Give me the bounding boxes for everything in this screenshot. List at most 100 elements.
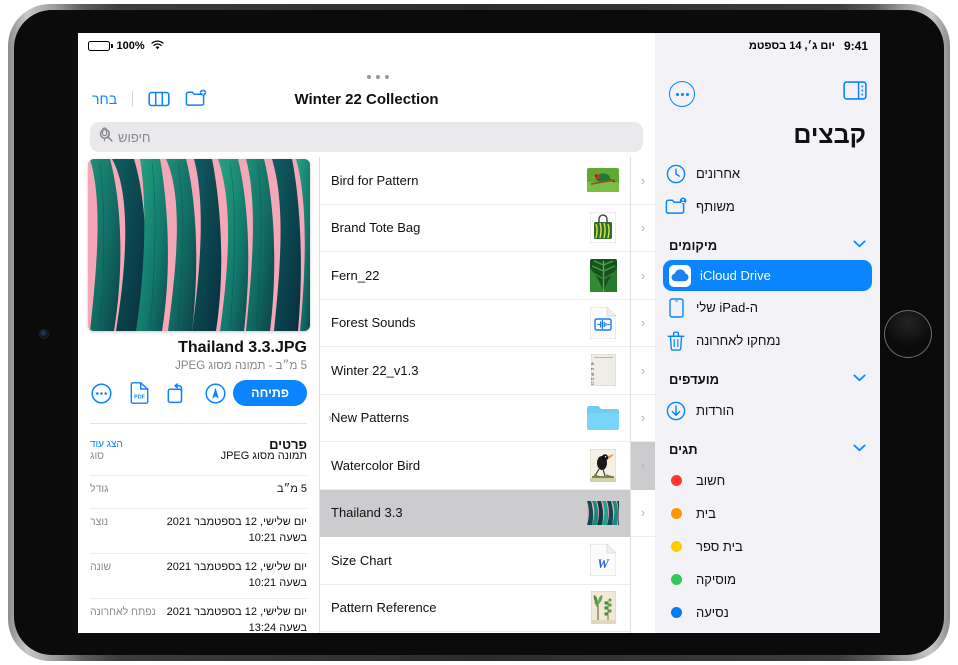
detail-row: יום שלישי, 12 בספטמבר 2021 בשעה 13:24 נפ… xyxy=(90,599,307,633)
disclosure-cell[interactable]: ‹ xyxy=(631,300,655,347)
markup-icon[interactable] xyxy=(204,382,226,404)
sidebar-item-downloads[interactable]: הורדות xyxy=(655,394,880,427)
table-row[interactable]: Ferns abLifepaperCatalogWinter/2022 Wint… xyxy=(320,347,630,395)
sidebar-item-label: משותף xyxy=(696,199,735,214)
microphone-icon[interactable] xyxy=(99,127,110,147)
table-row[interactable]: Brand Tote Bag xyxy=(320,205,630,252)
table-row[interactable]: Fern_22 xyxy=(320,252,630,300)
disclosure-cell[interactable]: ‹ xyxy=(631,442,655,490)
sidebar-item-shared[interactable]: משותף xyxy=(655,190,880,223)
page-title: Winter 22 Collection xyxy=(294,91,439,108)
preview-file-name: Thailand 3.3.JPG xyxy=(178,339,307,356)
split-view-icon[interactable] xyxy=(843,81,867,105)
tag-dot-icon xyxy=(665,569,687,591)
pdf-icon[interactable]: PDF xyxy=(128,382,150,404)
trash-icon xyxy=(665,330,687,352)
disclosure-cell[interactable]: ‹ xyxy=(631,252,655,300)
sidebar-item-label: iCloud Drive xyxy=(700,268,771,283)
table-row[interactable]: ‹ New Patterns xyxy=(320,395,630,442)
ipad-screen: 100% בחר Winter 22 Collection חיפוש Thai… xyxy=(78,33,880,633)
file-name: Forest Sounds xyxy=(331,315,416,331)
table-row[interactable]: Bird for Pattern xyxy=(320,157,630,205)
chevron-left-icon: ‹ xyxy=(640,362,646,378)
preview-file-meta: 5 מ״ב - תמונה מסוג JPEG xyxy=(175,360,307,372)
window-grabber-icon[interactable] xyxy=(367,75,389,80)
bird-photo-thumb xyxy=(587,164,619,196)
chevron-down-icon[interactable] xyxy=(853,239,866,251)
sidebar-item-tag-important[interactable]: חשוב xyxy=(655,464,880,497)
chevron-left-icon: ‹ xyxy=(640,457,646,473)
sidebar-item-tag-home[interactable]: בית xyxy=(655,497,880,530)
disclosure-cell[interactable]: ‹ xyxy=(631,347,655,395)
chevron-left-icon[interactable]: ‹ xyxy=(328,410,332,425)
sidebar-item-tag-family[interactable]: משפחה xyxy=(655,629,880,633)
svg-text:W: W xyxy=(597,556,610,571)
sidebar-item-tag-music[interactable]: מוסיקה xyxy=(655,563,880,596)
search-bar-container: חיפוש xyxy=(90,122,643,152)
sidebar-item-recently-deleted[interactable]: נמחקו לאחרונה xyxy=(655,324,880,357)
disclosure-cell[interactable]: ‹ xyxy=(631,157,655,205)
table-row[interactable]: Pattern Reference xyxy=(320,585,630,632)
sidebar-item-icloud-drive[interactable]: iCloud Drive xyxy=(663,260,872,291)
icloud-icon xyxy=(669,264,691,287)
detail-row: יום שלישי, 12 בספטמבר 2021 בשעה 10:21 נו… xyxy=(90,509,307,554)
disclosure-cell[interactable]: ‹ xyxy=(631,490,655,537)
home-button[interactable] xyxy=(884,310,932,358)
file-name: Pattern Reference xyxy=(331,600,437,616)
tag-dot-icon xyxy=(665,602,687,624)
battery-percent: 100% xyxy=(116,40,145,52)
table-row[interactable]: ‹ Photo Shoot Locations xyxy=(320,632,630,633)
sidebar-group-title: תגים xyxy=(669,441,698,457)
file-name: Size Chart xyxy=(331,552,392,568)
table-row[interactable]: Forest Sounds xyxy=(320,300,630,347)
tote-bag-thumb xyxy=(587,212,619,244)
sidebar-group-favorites[interactable]: מועדפים xyxy=(655,364,880,394)
search-input[interactable]: חיפוש xyxy=(90,122,643,152)
chevron-down-icon[interactable] xyxy=(853,443,866,455)
sidebar-group-title: מיקומים xyxy=(669,237,718,253)
preview-image[interactable] xyxy=(88,159,310,331)
chevron-down-icon[interactable] xyxy=(853,373,866,385)
front-camera-icon xyxy=(40,330,48,338)
table-row[interactable]: Thailand 3.3 xyxy=(320,489,630,537)
sidebar-toolbar xyxy=(655,79,880,109)
sidebar-item-recents[interactable]: אחרונים xyxy=(655,157,880,190)
file-name: Brand Tote Bag xyxy=(331,220,421,236)
sidebar-item-label: מוסיקה xyxy=(696,572,737,587)
sidebar-item-my-ipad[interactable]: ה‑iPad שלי xyxy=(655,291,880,324)
open-button[interactable]: פתיחה xyxy=(233,380,307,406)
detail-value: תמונה מסוג JPEG xyxy=(220,450,307,462)
rotate-icon[interactable] xyxy=(166,382,188,404)
chevron-left-icon: ‹ xyxy=(640,220,646,236)
chevron-left-icon: ‹ xyxy=(640,410,646,426)
disclosure-cell[interactable]: ‹ xyxy=(631,395,655,442)
table-row[interactable]: Watercolor Bird xyxy=(320,442,630,490)
sidebar-item-label: הורדות xyxy=(696,403,735,418)
battery-icon xyxy=(88,41,113,51)
file-name: Bird for Pattern xyxy=(331,172,419,188)
sidebar-item-label: חשוב xyxy=(696,473,726,488)
sidebar-title: קבצים xyxy=(793,121,866,149)
detail-row: תמונה מסוג JPEG סוג xyxy=(90,443,307,476)
audio-file-thumb xyxy=(587,306,619,339)
file-name: Fern_22 xyxy=(331,267,380,283)
detail-value: יום שלישי, 12 בספטמבר 2021 בשעה 10:21 xyxy=(166,516,307,544)
chevron-left-icon: ‹ xyxy=(640,267,646,283)
botanical-illustration-thumb xyxy=(587,591,619,625)
detail-key: גודל xyxy=(90,483,109,495)
chevron-left-icon: ‹ xyxy=(640,505,646,521)
detail-key: נפתח לאחרונה xyxy=(90,605,156,618)
chevron-left-icon: ‹ xyxy=(640,172,646,188)
sidebar-item-tag-school[interactable]: בית ספר xyxy=(655,530,880,563)
sidebar-item-tag-travel[interactable]: נסיעה xyxy=(655,596,880,629)
sidebar-group-title: מועדפים xyxy=(669,371,720,387)
clock-icon xyxy=(665,163,687,185)
sidebar-group-tags[interactable]: תגים xyxy=(655,434,880,464)
wifi-icon xyxy=(151,39,164,53)
file-preview-panel: Thailand 3.3.JPG 5 מ״ב - תמונה מסוג JPEG… xyxy=(78,157,319,633)
disclosure-cell[interactable]: ‹ xyxy=(631,205,655,252)
table-row[interactable]: W Size Chart xyxy=(320,537,630,585)
more-circle-icon[interactable] xyxy=(669,81,695,107)
sidebar-group-locations[interactable]: מיקומים xyxy=(655,230,880,260)
more-actions-icon[interactable] xyxy=(90,382,112,404)
